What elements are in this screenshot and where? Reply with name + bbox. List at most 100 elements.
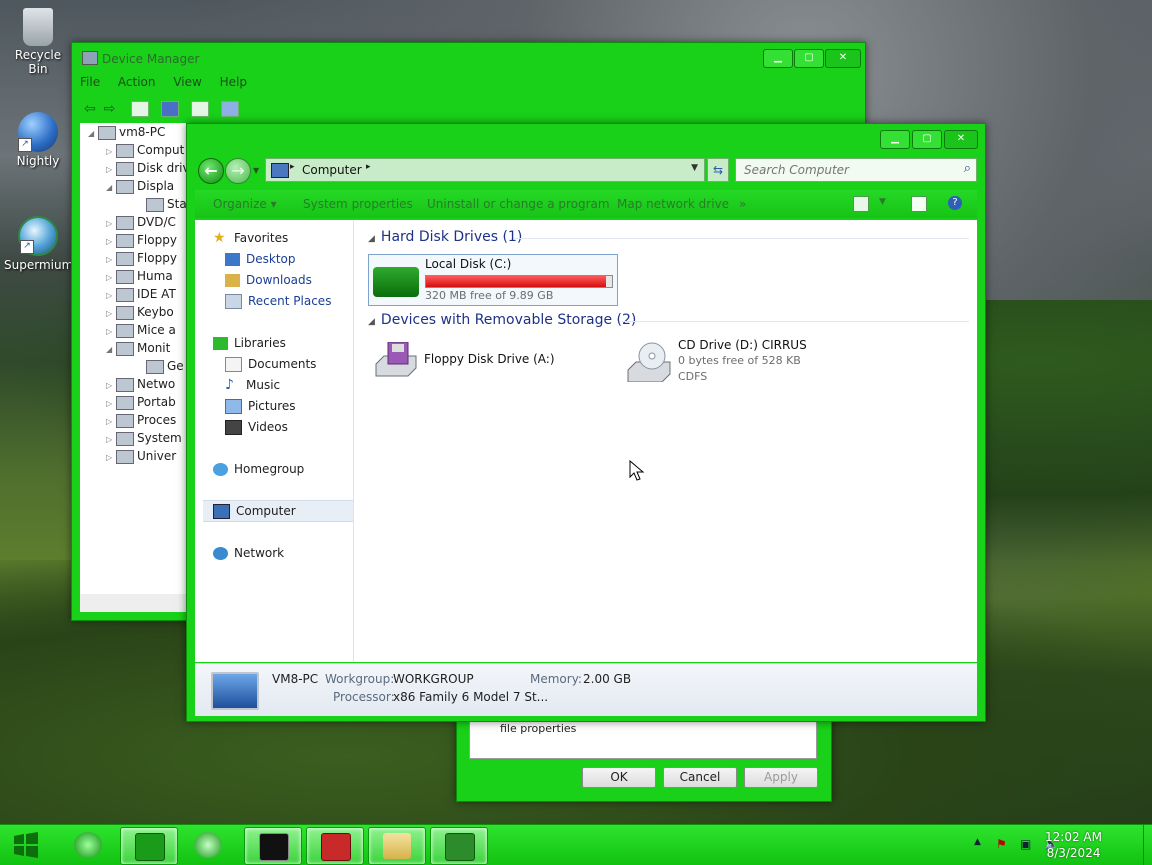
taskbar-media-player[interactable]	[180, 827, 236, 863]
search-input[interactable]	[742, 159, 956, 181]
start-button-windows-icon[interactable]	[10, 830, 42, 860]
device-tree-node[interactable]: ▷ Floppy	[80, 231, 188, 249]
ok-button[interactable]: OK	[582, 767, 656, 788]
menu-view[interactable]: View	[173, 75, 201, 89]
nav-videos[interactable]: Videos	[225, 417, 288, 437]
view-dropdown-icon[interactable]: ▼	[879, 197, 886, 207]
desktop-icon-nightly[interactable]: ↗ Nightly	[4, 112, 72, 168]
nav-desktop[interactable]: Desktop	[225, 249, 296, 269]
device-tree-node[interactable]: ▷ System	[80, 429, 188, 447]
device-tree-node[interactable]: ◢ vm8-PC	[80, 123, 188, 141]
nav-label: Pictures	[248, 399, 296, 413]
folder-icon	[135, 833, 165, 861]
close-button[interactable]: ✕	[944, 130, 978, 149]
more-commands-button[interactable]: »	[739, 197, 746, 211]
nav-downloads[interactable]: Downloads	[225, 270, 312, 290]
device-tree-node[interactable]: ▷ Univer	[80, 447, 188, 465]
menu-action[interactable]: Action	[118, 75, 156, 89]
nav-recent-places[interactable]: Recent Places	[225, 291, 331, 311]
maximize-button[interactable]: ▢	[794, 49, 824, 68]
title-bar[interactable]: Device Manager ▁ ▢ ✕	[72, 43, 865, 73]
device-tree-node[interactable]: ▷ Netwo	[80, 375, 188, 393]
device-tree-node[interactable]: Ge	[80, 357, 188, 375]
uninstall-program-button[interactable]: Uninstall or change a program	[427, 197, 610, 211]
show-desktop-button[interactable]	[1143, 825, 1152, 865]
desktop-icon-supermium[interactable]: ↗ Supermium	[4, 216, 73, 272]
view-options-icon[interactable]	[853, 196, 869, 212]
taskbar-explorer[interactable]	[120, 827, 178, 865]
help-icon[interactable]: ?	[948, 196, 962, 210]
show-hidden-icons-arrow[interactable]: ▲	[974, 837, 981, 847]
breadcrumb-computer[interactable]: Computer	[302, 163, 362, 177]
device-tree-node[interactable]: ▷ Keybo	[80, 303, 188, 321]
minimize-button[interactable]: ▁	[763, 49, 793, 68]
help-icon[interactable]	[160, 101, 179, 117]
properties-icon[interactable]	[190, 101, 209, 117]
device-tree-label: Netwo	[137, 377, 176, 391]
device-tree-node[interactable]: ▷ Comput	[80, 141, 188, 159]
search-box[interactable]: ⌕	[735, 158, 977, 182]
back-arrow-icon[interactable]: ⇦	[84, 101, 96, 117]
menu-file[interactable]: File	[80, 75, 100, 89]
nav-computer[interactable]: Computer	[213, 501, 296, 521]
back-button[interactable]: ←	[198, 158, 224, 184]
device-tree-node[interactable]: ◢ Displa	[80, 177, 188, 195]
show-hide-console-icon[interactable]	[131, 101, 150, 117]
nav-documents[interactable]: Documents	[225, 354, 316, 374]
taskbar-toolbox[interactable]	[306, 827, 364, 865]
preview-pane-icon[interactable]	[911, 196, 927, 212]
action-center-flag-icon[interactable]: ⚑	[996, 837, 1007, 851]
recent-pages-dropdown[interactable]: ▼	[253, 166, 259, 175]
taskbar-command-prompt[interactable]	[244, 827, 302, 865]
organize-button[interactable]: Organize ▾	[213, 197, 277, 211]
device-tree-node[interactable]: ▷ IDE AT	[80, 285, 188, 303]
system-clock[interactable]: 12:02 AM 8/3/2024	[1045, 829, 1102, 861]
shortcut-arrow-icon: ↗	[20, 240, 34, 254]
nav-pictures[interactable]: Pictures	[225, 396, 296, 416]
forward-arrow-icon[interactable]: ⇨	[104, 101, 116, 117]
group-header-removable-storage[interactable]: ◢ Devices with Removable Storage (2)	[368, 312, 636, 328]
map-network-drive-button[interactable]: Map network drive	[617, 197, 729, 211]
device-tree-node[interactable]: ▷ Disk driv	[80, 159, 188, 177]
device-tree-node[interactable]: ▷ Portab	[80, 393, 188, 411]
nav-favorites[interactable]: ★ Favorites	[213, 228, 288, 248]
device-category-icon	[116, 287, 134, 302]
menu-help[interactable]: Help	[220, 75, 247, 89]
nav-network[interactable]: Network	[213, 543, 284, 563]
forward-button[interactable]: →	[225, 158, 251, 184]
device-tree-node[interactable]: Sta	[80, 195, 188, 213]
close-button[interactable]: ✕	[825, 49, 861, 68]
device-tree-node[interactable]: ◢ Monit	[80, 339, 188, 357]
maximize-button[interactable]: ▢	[912, 130, 942, 149]
nav-music[interactable]: ♪ Music	[225, 375, 280, 395]
expand-arrow-icon[interactable]: ▷	[106, 449, 116, 467]
scan-hardware-icon[interactable]	[220, 101, 239, 117]
drive-floppy-a[interactable]: Floppy Disk Drive (A:)	[368, 338, 608, 388]
search-icon[interactable]: ⌕	[964, 161, 971, 176]
device-tree-node[interactable]: ▷ Floppy	[80, 249, 188, 267]
drive-cd-d[interactable]: CD Drive (D:) CIRRUS 0 bytes free of 528…	[622, 338, 862, 394]
group-header-hard-disk-drives[interactable]: ◢ Hard Disk Drives (1)	[368, 229, 522, 245]
address-bar[interactable]: ▸ Computer ▸ ▼	[265, 158, 705, 182]
cancel-button[interactable]: Cancel	[663, 767, 737, 788]
system-properties-button[interactable]: System properties	[303, 197, 413, 211]
title-bar[interactable]: ▁ ▢ ✕	[187, 124, 985, 154]
network-status-icon[interactable]: ▣	[1020, 837, 1031, 851]
nav-libraries[interactable]: Libraries	[213, 333, 286, 353]
device-tree-node[interactable]: ▷ Proces	[80, 411, 188, 429]
chevron-down-icon[interactable]: ▼	[691, 163, 698, 173]
device-tree-node[interactable]: ▷ Huma	[80, 267, 188, 285]
breadcrumb-separator-icon[interactable]: ▸	[366, 162, 371, 172]
device-tree-node[interactable]: ▷ DVD/C	[80, 213, 188, 231]
refresh-button[interactable]: ⇆	[707, 158, 729, 182]
taskbar-device-manager[interactable]	[430, 827, 488, 865]
nav-label: Videos	[248, 420, 288, 434]
taskbar-file-manager[interactable]	[368, 827, 426, 865]
desktop-icon-recycle-bin[interactable]: Recycle Bin	[4, 8, 72, 76]
taskbar-internet-explorer[interactable]	[60, 827, 116, 863]
minimize-button[interactable]: ▁	[880, 130, 910, 149]
apply-button[interactable]: Apply	[744, 767, 818, 788]
device-tree-node[interactable]: ▷ Mice a	[80, 321, 188, 339]
nav-homegroup[interactable]: Homegroup	[213, 459, 304, 479]
drive-local-disk-c[interactable]: Local Disk (C:) 320 MB free of 9.89 GB	[368, 254, 618, 306]
